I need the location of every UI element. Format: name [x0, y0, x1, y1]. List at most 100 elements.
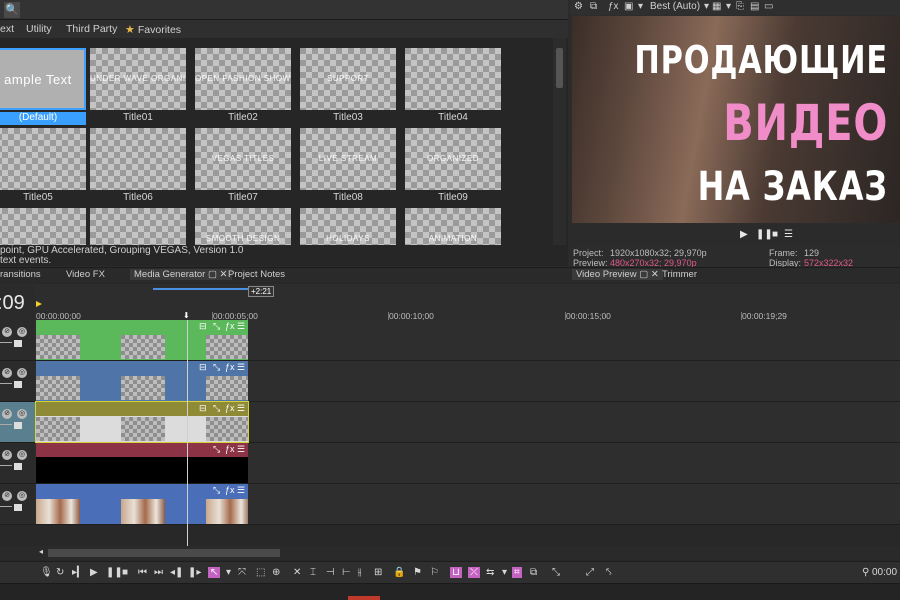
- preset-thumbnail[interactable]: [90, 128, 186, 190]
- preset-thumbnail[interactable]: [90, 208, 186, 245]
- preset-thumbnail[interactable]: ORGANIZED: [405, 128, 501, 190]
- marker-icon[interactable]: ⚑: [413, 567, 422, 578]
- edit-tool-icon[interactable]: ↖: [208, 567, 221, 578]
- preset-caption[interactable]: Title06: [90, 192, 186, 203]
- snapping-icon[interactable]: ⊔: [450, 567, 462, 578]
- mute-icon[interactable]: ⊘: [2, 368, 12, 378]
- overlay-icon[interactable]: ▾: [638, 1, 643, 12]
- preset-caption[interactable]: Title05: [0, 192, 86, 203]
- preset-thumbnail[interactable]: ANIMATION: [405, 208, 501, 245]
- ripple-edit-icon[interactable]: ⇆: [486, 567, 494, 578]
- play-from-start-icon[interactable]: ▸▎: [72, 567, 85, 578]
- track-level-slider[interactable]: [0, 424, 12, 425]
- track-header[interactable]: ⊘ ◎: [0, 443, 35, 484]
- tab-transitions[interactable]: ransitions: [0, 269, 41, 280]
- mute-icon[interactable]: ⊘: [2, 491, 12, 501]
- search-icon[interactable]: 🔍: [4, 2, 20, 18]
- solo-icon[interactable]: ◎: [17, 368, 27, 378]
- tab-project-notes[interactable]: Project Notes: [228, 269, 285, 280]
- tab-trimmer[interactable]: Trimmer: [662, 269, 697, 280]
- close-icon[interactable]: ▢ ✕: [639, 269, 659, 280]
- pan-crop-icon[interactable]: ⤡: [213, 403, 220, 414]
- delete-icon[interactable]: ✕: [293, 567, 301, 578]
- playhead[interactable]: [187, 320, 188, 548]
- track-header[interactable]: ⊘ ◎: [0, 320, 35, 361]
- ripple-icon[interactable]: ⊞: [374, 567, 382, 578]
- tab-third-party[interactable]: Third Party: [66, 23, 117, 35]
- external-monitor-icon[interactable]: ▭: [764, 1, 773, 12]
- track-header[interactable]: ⊘ ◎: [0, 484, 35, 525]
- preset-thumbnail[interactable]: SMOOTH DESIGN: [195, 208, 291, 245]
- event-pan-crop-icon[interactable]: ⤢: [586, 567, 594, 578]
- mute-icon[interactable]: ⊘: [2, 450, 12, 460]
- trim-end-icon[interactable]: ⊢: [342, 567, 351, 578]
- stop-icon[interactable]: ■: [122, 567, 128, 578]
- fx-icon[interactable]: ƒx: [225, 485, 235, 495]
- event-menu-icon[interactable]: ☰: [237, 403, 245, 414]
- media-fx-icon[interactable]: ⊟: [199, 403, 207, 414]
- split-screen-icon[interactable]: ▣: [624, 1, 633, 12]
- preset-caption[interactable]: Title03: [300, 112, 396, 123]
- pause-icon[interactable]: ❚❚: [106, 567, 123, 578]
- selection-tool-icon[interactable]: ⬚: [256, 567, 265, 578]
- preset-caption[interactable]: Title01: [90, 112, 186, 123]
- trim-start-icon[interactable]: ⊣: [326, 567, 335, 578]
- menu-icon[interactable]: ☰: [784, 229, 793, 240]
- tab-video-fx[interactable]: Video FX: [66, 269, 105, 280]
- fx-icon[interactable]: ƒx: [225, 321, 235, 331]
- play-icon[interactable]: ▶: [90, 567, 98, 578]
- scroll-left-icon[interactable]: ◂: [39, 547, 43, 556]
- scrollbar-thumb[interactable]: [556, 48, 563, 88]
- solo-icon[interactable]: ◎: [17, 491, 27, 501]
- solo-icon[interactable]: ◎: [17, 327, 27, 337]
- play-icon[interactable]: ▶: [740, 229, 748, 240]
- gear-icon[interactable]: ⚙: [574, 1, 583, 12]
- event-menu-icon[interactable]: ☰: [237, 362, 245, 373]
- grid-icon[interactable]: ▦: [712, 1, 721, 12]
- preset-thumbnail[interactable]: LIVE STREAM: [300, 128, 396, 190]
- save-snapshot-icon[interactable]: ▤: [750, 1, 759, 12]
- event-menu-icon[interactable]: ☰: [237, 444, 245, 455]
- ignore-grouping-icon[interactable]: ⧉: [530, 567, 537, 578]
- preset-thumbnail[interactable]: [405, 48, 501, 110]
- fx-icon[interactable]: ƒx: [225, 403, 235, 413]
- lock-icon[interactable]: 🔒: [393, 567, 405, 578]
- fx-icon[interactable]: ƒx: [608, 1, 619, 12]
- timeline-event[interactable]: ⊟ ⤡ ƒx ☰: [35, 401, 249, 443]
- trim-icon[interactable]: ⌶: [310, 567, 316, 578]
- timeline-event[interactable]: ⤡ ƒx ☰: [36, 443, 248, 483]
- event-menu-icon[interactable]: ☰: [237, 485, 245, 496]
- tab-utility[interactable]: Utility: [26, 23, 52, 35]
- preset-thumbnail[interactable]: VEGAS TITLES: [195, 128, 291, 190]
- copy-icon[interactable]: ⧉: [590, 1, 597, 12]
- track-header[interactable]: ⊘ ◎: [0, 402, 35, 443]
- preset-thumbnail[interactable]: HOLIDAYS: [300, 208, 396, 245]
- media-fx-icon[interactable]: ⊟: [199, 321, 207, 332]
- track-level-handle[interactable]: [14, 463, 22, 470]
- mute-icon[interactable]: ⊘: [2, 327, 12, 337]
- copy-frame-icon[interactable]: ⎘: [736, 1, 744, 12]
- media-fx-icon[interactable]: ⊟: [199, 362, 207, 373]
- solo-icon[interactable]: ◎: [17, 409, 27, 419]
- close-icon[interactable]: ▢ ✕: [208, 269, 228, 280]
- chevron-down-icon[interactable]: ▾: [726, 1, 731, 12]
- preset-thumbnail[interactable]: UNDER WAVE ORGANIZATION: [90, 48, 186, 110]
- cursor-handle-icon[interactable]: ⬇: [183, 311, 191, 320]
- tab-media-generator[interactable]: Media Generator ▢ ✕: [130, 269, 232, 280]
- preset-caption[interactable]: Title08: [300, 192, 396, 203]
- preset-caption[interactable]: Title07: [195, 192, 291, 203]
- split-icon[interactable]: ⫲: [358, 567, 361, 578]
- track-level-handle[interactable]: [14, 504, 22, 511]
- loop-icon[interactable]: ↻: [56, 567, 64, 578]
- auto-crossfade-icon[interactable]: ⤫: [468, 567, 480, 578]
- chevron-down-icon[interactable]: ▾: [502, 567, 507, 578]
- go-to-end-icon[interactable]: ⏭: [154, 567, 163, 578]
- preset-caption[interactable]: (Default): [0, 112, 86, 125]
- timeline-event[interactable]: ⤡ ƒx ☰: [36, 484, 248, 524]
- region-icon[interactable]: ⚐: [430, 567, 439, 578]
- normal-edit-icon[interactable]: ⤡: [552, 567, 560, 578]
- track-level-handle[interactable]: [14, 422, 22, 429]
- pan-crop-icon[interactable]: ⤡: [213, 444, 220, 455]
- record-icon[interactable]: 🎙: [40, 567, 53, 578]
- pause-icon[interactable]: ❚❚: [756, 229, 773, 240]
